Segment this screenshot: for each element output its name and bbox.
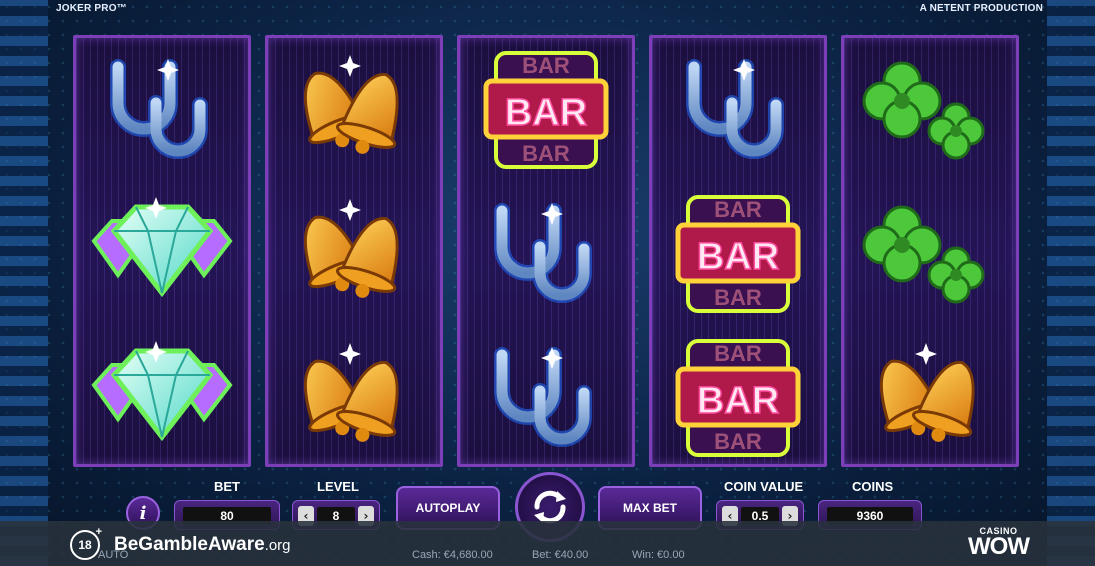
bar-symbol-text: BAR — [697, 236, 779, 278]
age-restriction-badge: 18 + — [70, 526, 102, 560]
begambleaware-logo: BeGambleAware.org — [114, 534, 291, 556]
bells-icon — [879, 343, 975, 442]
bet-status: Bet: €40.00 — [532, 549, 589, 561]
begambleaware-org: .org — [264, 537, 291, 554]
bar-symbol-text: BAR — [714, 429, 762, 454]
reel-4: BAR BAR BAR BAR BAR BAR — [649, 35, 827, 467]
age-plus: + — [95, 526, 102, 538]
bells-symbol — [268, 182, 440, 326]
bells-icon — [303, 199, 399, 298]
bells-icon — [303, 55, 399, 154]
clover-icon — [862, 61, 985, 160]
cash-status: Cash: €4,680.00 — [412, 549, 493, 561]
diamond-icon — [91, 197, 233, 298]
bells-symbol — [268, 326, 440, 464]
begambleaware-text: BeGambleAware — [114, 534, 265, 555]
bar-icon: BAR BAR BAR — [483, 51, 609, 169]
coin-value-label: COIN VALUE — [724, 479, 804, 494]
left-decor-panel — [0, 0, 48, 566]
bar-symbol-text: BAR — [714, 341, 762, 366]
reel-2 — [265, 35, 443, 467]
reel-5 — [841, 35, 1019, 467]
bar-symbol: BAR BAR BAR — [652, 326, 824, 464]
level-label: LEVEL — [317, 479, 359, 494]
producer-label: A NETENT PRODUCTION — [919, 3, 1043, 14]
bar-symbol-text: BAR — [697, 380, 779, 422]
diamond-symbol — [76, 182, 248, 326]
bar-symbol-text: BAR — [522, 53, 570, 78]
bells-symbol — [268, 38, 440, 182]
reel-3: BAR BAR BAR — [457, 35, 635, 467]
horseshoe-icon — [494, 347, 592, 447]
game-title: JOKER PRO™ — [56, 3, 127, 14]
bells-symbol — [844, 326, 1016, 464]
win-status: Win: €0.00 — [632, 549, 685, 561]
bar-symbol-text: BAR — [714, 197, 762, 222]
right-decor-panel — [1047, 0, 1095, 566]
horseshoe-symbol — [460, 182, 632, 326]
bar-icon: BAR BAR BAR — [675, 339, 801, 457]
horseshoe-symbol — [76, 38, 248, 182]
horseshoe-icon — [494, 203, 592, 303]
casino-wow-logo: CASINO WOW — [968, 526, 1030, 560]
diamond-symbol — [76, 326, 248, 464]
horseshoe-icon — [110, 59, 208, 159]
horseshoe-icon — [686, 59, 784, 159]
diamond-icon — [91, 341, 233, 442]
clover-icon — [862, 205, 985, 304]
bar-symbol: BAR BAR BAR — [652, 182, 824, 326]
bar-icon: BAR BAR BAR — [675, 195, 801, 313]
horseshoe-symbol — [652, 38, 824, 182]
bells-icon — [303, 343, 399, 442]
clover-symbol — [844, 182, 1016, 326]
clover-symbol — [844, 38, 1016, 182]
reel-1 — [73, 35, 251, 467]
bet-label: BET — [214, 479, 240, 494]
coins-label: COINS — [852, 479, 894, 494]
horseshoe-symbol — [460, 326, 632, 464]
age-number: 18 — [78, 538, 92, 552]
casino-wow-big: WOW — [968, 533, 1030, 560]
bar-symbol: BAR BAR BAR — [460, 38, 632, 182]
bar-symbol-text: BAR — [505, 92, 587, 134]
bar-symbol-text: BAR — [714, 285, 762, 310]
bar-symbol-text: BAR — [522, 141, 570, 166]
